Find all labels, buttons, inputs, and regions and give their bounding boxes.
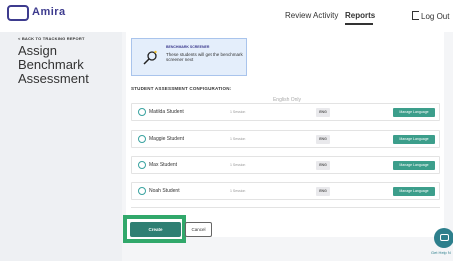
student-row: Noah Student 1 Session ENG Manage Langua…	[131, 182, 440, 200]
session-count: 1 Session	[230, 110, 246, 114]
back-to-tracking-report-link[interactable]: < BACK TO TRACKING REPORT	[18, 36, 85, 41]
cancel-button[interactable]: Cancel	[185, 222, 212, 237]
chat-bubble-icon	[440, 234, 449, 241]
list-next-row-edge	[131, 207, 440, 210]
config-label: STUDENT ASSESSMENT CONFIGURATION:	[131, 86, 232, 91]
nav-active-underline	[345, 23, 373, 25]
banner-text: These students will get the benchmark sc…	[166, 52, 243, 62]
manage-language-button[interactable]: Manage Language	[393, 135, 435, 144]
amira-logo-icon[interactable]	[7, 5, 29, 21]
student-avatar-icon	[138, 161, 146, 169]
student-row: Max Student 1 Session ENG Manage Languag…	[131, 156, 440, 174]
benchmark-screener-banner: BENCHMARK SCREENER These students will g…	[131, 38, 247, 76]
logo-text[interactable]: Amira	[32, 6, 66, 18]
student-avatar-icon	[138, 135, 146, 143]
top-bar: Amira Review Activity Reports Log Out	[0, 0, 453, 33]
manage-language-button[interactable]: Manage Language	[393, 108, 435, 117]
language-badge: ENG	[316, 135, 330, 144]
language-badge: ENG	[316, 161, 330, 170]
session-count: 1 Session	[230, 163, 246, 167]
logout-icon	[412, 11, 419, 20]
student-name: Max Student	[149, 162, 178, 168]
banner-title: BENCHMARK SCREENER	[166, 45, 210, 49]
student-row: Matilda Student 1 Session ENG Manage Lan…	[131, 103, 440, 121]
logout-button[interactable]: Log Out	[412, 11, 449, 21]
logout-label: Log Out	[421, 12, 450, 21]
magnifier-icon	[143, 50, 157, 65]
student-name: Noah Student	[149, 188, 180, 194]
manage-language-button[interactable]: Manage Language	[393, 161, 435, 170]
student-name: Matilda Student	[149, 109, 184, 115]
create-button[interactable]: Create	[130, 222, 181, 237]
nav-review-activity[interactable]: Review Activity	[285, 11, 338, 20]
student-name: Maggie Student	[149, 136, 185, 142]
language-badge: ENG	[316, 187, 330, 196]
student-row: Maggie Student 1 Session ENG Manage Lang…	[131, 130, 440, 148]
nav-reports[interactable]: Reports	[345, 11, 375, 20]
manage-language-button[interactable]: Manage Language	[393, 187, 435, 196]
student-avatar-icon	[138, 108, 146, 116]
session-count: 1 Session	[230, 137, 246, 141]
session-count: 1 Session	[230, 189, 246, 193]
get-help-label[interactable]: Get Help N	[431, 250, 451, 255]
page-title: Assign Benchmark Assessment	[18, 43, 89, 86]
language-badge: ENG	[316, 108, 330, 117]
english-only-label: English Only	[267, 97, 307, 103]
student-avatar-icon	[138, 187, 146, 195]
